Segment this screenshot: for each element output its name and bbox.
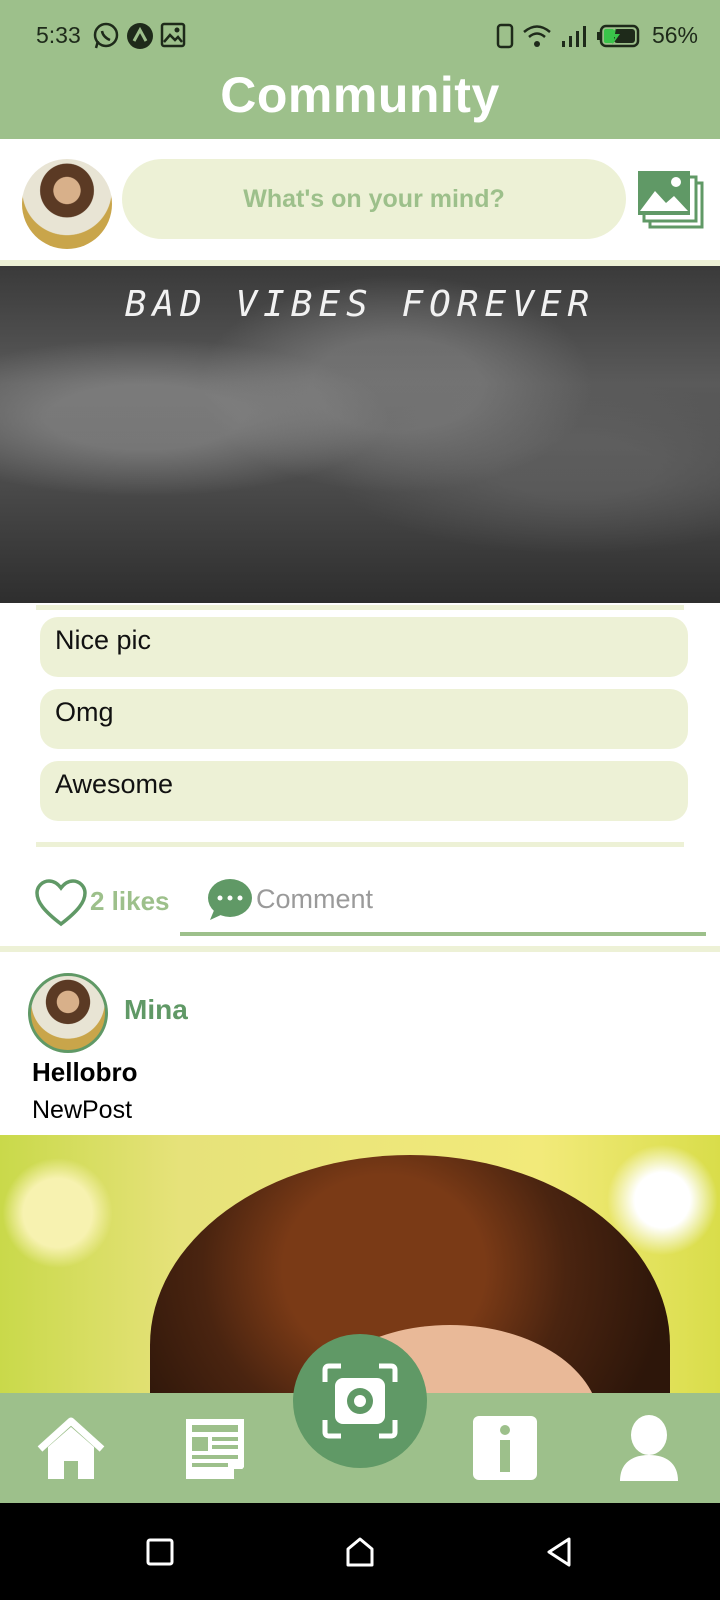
comment-item: Nice pic bbox=[40, 617, 688, 677]
news-icon[interactable] bbox=[182, 1413, 252, 1483]
camera-icon bbox=[322, 1363, 398, 1439]
recents-icon[interactable] bbox=[143, 1535, 177, 1569]
post-image-caption: BAD VIBES FOREVER bbox=[124, 284, 596, 325]
comment-divider bbox=[36, 842, 684, 847]
home-icon[interactable] bbox=[36, 1413, 106, 1483]
post-text: NewPost bbox=[32, 1096, 133, 1124]
comment-label: Comment bbox=[256, 884, 374, 914]
post-actions: 2 likes Comment bbox=[0, 868, 720, 938]
home-icon[interactable] bbox=[343, 1535, 377, 1569]
comment-item: Omg bbox=[40, 689, 688, 749]
info-icon[interactable] bbox=[470, 1413, 540, 1483]
profile-icon[interactable] bbox=[614, 1413, 684, 1483]
whats-on-your-mind-input[interactable]: What's on your mind? bbox=[122, 159, 626, 239]
comment-button[interactable]: Comment bbox=[180, 868, 706, 936]
comment-divider bbox=[36, 605, 684, 610]
wifi-icon bbox=[523, 24, 551, 47]
post-title: Hellobro bbox=[32, 1057, 138, 1087]
camera-button[interactable] bbox=[293, 1334, 427, 1468]
user-avatar[interactable] bbox=[22, 159, 112, 249]
gallery-icon[interactable] bbox=[638, 171, 704, 229]
comment-item: Awesome bbox=[40, 761, 688, 821]
page-title: Community bbox=[220, 67, 500, 123]
status-bar: 5:33 56% bbox=[0, 0, 720, 72]
heart-icon[interactable] bbox=[34, 878, 88, 928]
likes-count: 2 likes bbox=[90, 886, 170, 916]
post-composer: What's on your mind? bbox=[0, 139, 720, 260]
battery-percentage: 56% bbox=[651, 22, 698, 48]
post-author[interactable]: Mina bbox=[124, 994, 188, 1026]
section-divider bbox=[0, 946, 720, 952]
author-avatar[interactable] bbox=[28, 973, 108, 1053]
post-image[interactable]: BAD VIBES FOREVER bbox=[0, 266, 720, 603]
app-notification-icon bbox=[127, 23, 153, 49]
system-navigation-bar bbox=[0, 1503, 720, 1600]
phone-icon bbox=[496, 23, 514, 48]
signal-icon bbox=[561, 25, 586, 47]
whatsapp-icon bbox=[93, 22, 119, 49]
status-time: 5:33 bbox=[36, 22, 81, 48]
back-icon[interactable] bbox=[543, 1535, 577, 1569]
top-bar: 5:33 56% Community bbox=[0, 0, 720, 139]
gallery-notification-icon bbox=[160, 22, 186, 48]
comment-bubble-icon bbox=[208, 879, 252, 920]
battery-charging-icon bbox=[596, 24, 640, 47]
